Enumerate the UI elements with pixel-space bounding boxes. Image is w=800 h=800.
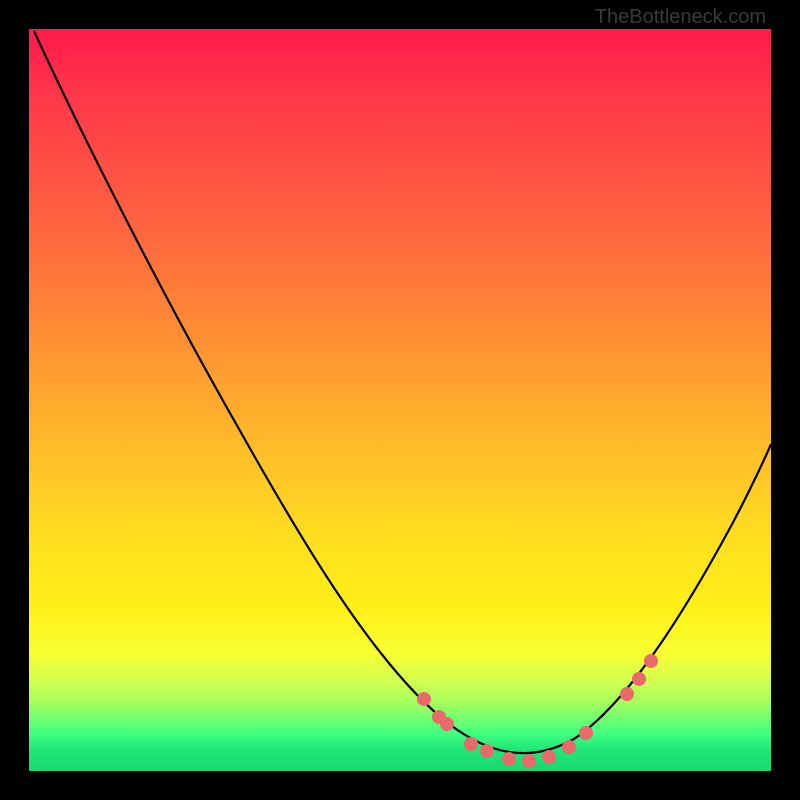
data-marker bbox=[480, 744, 494, 758]
data-marker bbox=[417, 692, 431, 706]
data-marker bbox=[502, 752, 516, 766]
watermark-text: TheBottleneck.com bbox=[595, 6, 766, 29]
data-marker bbox=[579, 726, 593, 740]
data-marker bbox=[644, 654, 658, 668]
data-marker bbox=[632, 672, 646, 686]
marker-group bbox=[417, 654, 658, 768]
data-marker bbox=[542, 750, 556, 764]
bottleneck-curve-path bbox=[34, 31, 771, 753]
chart-svg bbox=[29, 29, 771, 771]
data-marker bbox=[464, 737, 478, 751]
chart-frame bbox=[29, 29, 771, 771]
data-marker bbox=[562, 740, 576, 754]
data-marker bbox=[620, 687, 634, 701]
data-marker bbox=[522, 754, 536, 768]
data-marker bbox=[440, 717, 454, 731]
